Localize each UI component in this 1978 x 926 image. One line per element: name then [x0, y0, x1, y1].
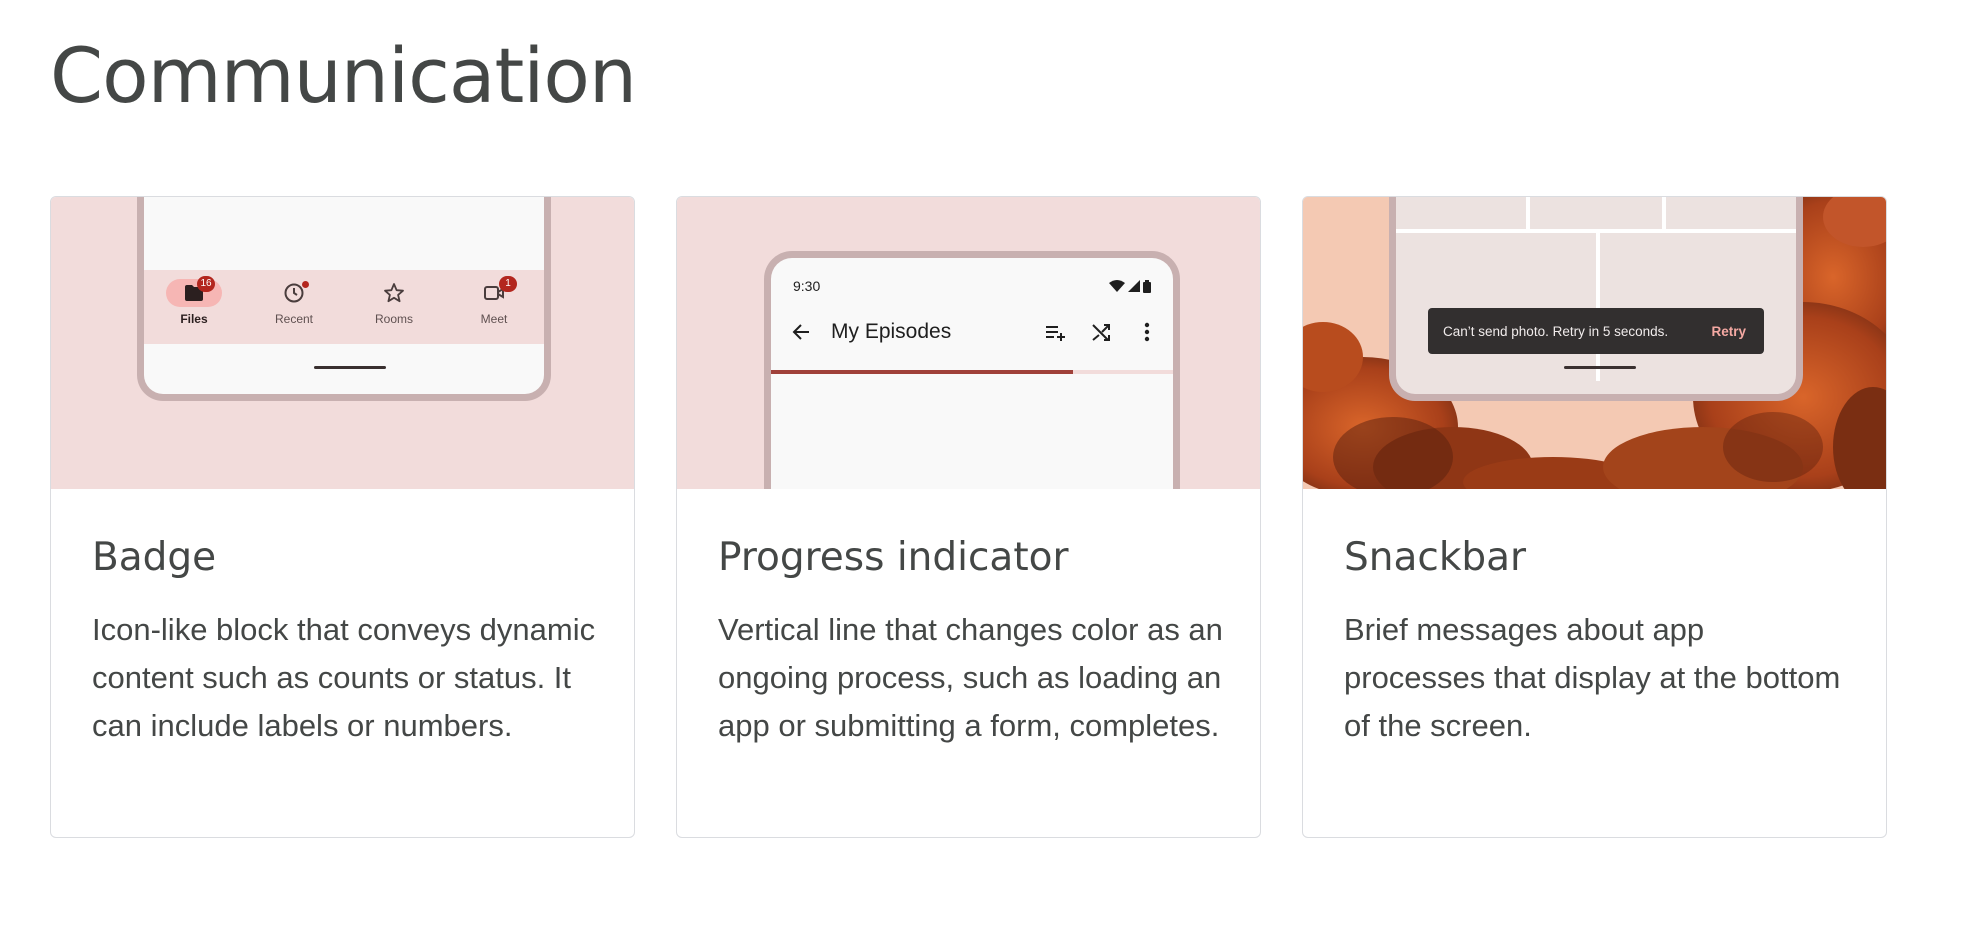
- phone-mockup: 9:30 My Episodes: [764, 251, 1180, 489]
- back-arrow-icon[interactable]: [789, 320, 813, 344]
- dot-badge: [302, 281, 309, 288]
- count-badge: 1: [499, 276, 517, 292]
- snackbar: Can’t send photo. Retry in 5 seconds. Re…: [1428, 308, 1764, 354]
- status-bar: 9:30: [793, 278, 1151, 294]
- nav-item-recent[interactable]: Recent: [254, 279, 334, 326]
- star-icon: [384, 283, 404, 303]
- page-title: Communication: [50, 31, 637, 120]
- snackbar-retry-button[interactable]: Retry: [1711, 324, 1746, 339]
- nav-item-files[interactable]: 16 Files: [154, 276, 234, 326]
- progress-fill: [771, 370, 1073, 374]
- top-app-bar: My Episodes: [789, 320, 1159, 344]
- status-time: 9:30: [793, 278, 821, 294]
- grid-divider: [1526, 197, 1530, 229]
- card-description: Icon-like block that conveys dynamic con…: [92, 612, 596, 743]
- nav-item-rooms[interactable]: Rooms: [354, 279, 434, 326]
- home-indicator: [1564, 366, 1636, 369]
- snackbar-message: Can’t send photo. Retry in 5 seconds.: [1443, 323, 1669, 339]
- phone-mockup: 16 Files Recent Rooms 1 Meet: [137, 197, 551, 401]
- card-progress-indicator[interactable]: 9:30 My Episodes Progress indicator Vert…: [676, 196, 1261, 838]
- card-badge[interactable]: 16 Files Recent Rooms 1 Meet Badge Icon-…: [50, 196, 635, 838]
- more-vert-icon[interactable]: [1135, 320, 1159, 344]
- nav-label: Meet: [480, 312, 508, 326]
- nav-label: Recent: [274, 312, 314, 326]
- card-description: Vertical line that changes color as an o…: [718, 612, 1223, 743]
- nav-item-meet[interactable]: 1 Meet: [454, 276, 534, 326]
- card-media-snackbar: Can’t send photo. Retry in 5 seconds. Re…: [1303, 197, 1886, 489]
- count-badge: 16: [197, 276, 215, 292]
- signal-icon: [1128, 280, 1140, 292]
- grid-divider: [1662, 197, 1666, 229]
- battery-icon: [1143, 279, 1151, 293]
- app-bar-title: My Episodes: [831, 320, 952, 343]
- progress-indicator: [771, 370, 1173, 374]
- card-media-progress: 9:30 My Episodes: [677, 197, 1260, 489]
- nav-label: Files: [180, 312, 208, 326]
- home-indicator: [314, 366, 386, 369]
- nav-label: Rooms: [374, 312, 413, 326]
- card-media-badge: 16 Files Recent Rooms 1 Meet: [51, 197, 634, 489]
- card-snackbar[interactable]: Can’t send photo. Retry in 5 seconds. Re…: [1302, 196, 1887, 838]
- wifi-icon: [1109, 280, 1125, 292]
- grid-divider: [1596, 233, 1600, 381]
- navigation-bar: 16 Files Recent Rooms 1 Meet: [144, 270, 544, 344]
- shuffle-icon[interactable]: [1089, 320, 1113, 344]
- card-title: Badge: [92, 535, 217, 580]
- card-title: Snackbar: [1344, 535, 1527, 580]
- phone-mockup: Can’t send photo. Retry in 5 seconds. Re…: [1389, 197, 1803, 401]
- card-title: Progress indicator: [718, 535, 1069, 580]
- playlist-add-icon[interactable]: [1043, 320, 1067, 344]
- card-description: Brief messages about app processes that …: [1344, 612, 1841, 743]
